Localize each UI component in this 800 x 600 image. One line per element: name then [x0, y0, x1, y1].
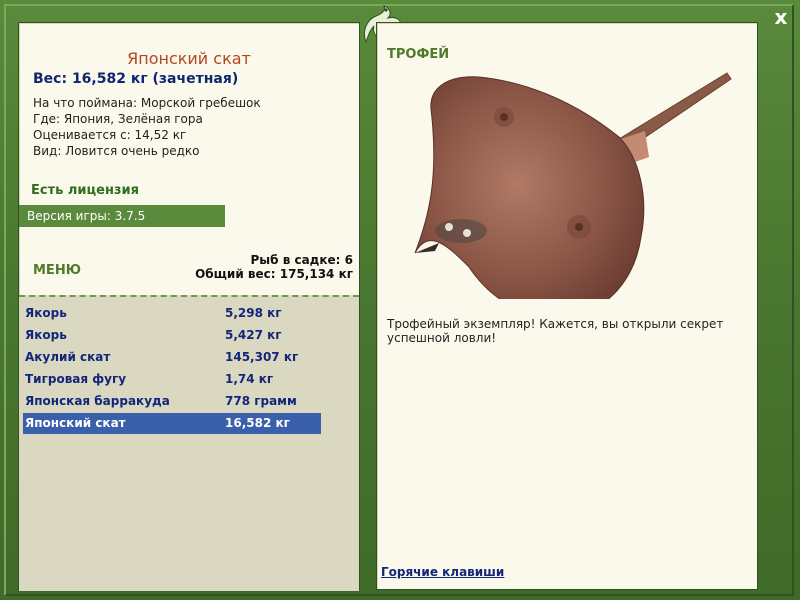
- close-button[interactable]: x: [770, 6, 792, 28]
- catch-item-weight: 5,298 кг: [225, 306, 282, 320]
- catch-item-weight: 778 грамм: [225, 394, 297, 408]
- catch-list-item[interactable]: Японская барракуда 778 грамм: [23, 391, 321, 412]
- cage-total-weight: Общий вес: 175,134 кг: [195, 267, 353, 281]
- hotkeys-link[interactable]: Горячие клавиши: [381, 565, 504, 579]
- fish-rarity: Вид: Ловится очень редко: [33, 144, 200, 158]
- fish-info-panel: Японский скат Вес: 16,582 кг (зачетная) …: [18, 22, 360, 591]
- stingray-image: [414, 72, 732, 299]
- menu-button[interactable]: МЕНЮ: [33, 263, 81, 278]
- trophy-panel: ТРОФЕЙ Трофейный экземпляр! Кажется, вы …: [376, 22, 758, 590]
- catch-list-item[interactable]: Якорь 5,427 кг: [23, 325, 321, 346]
- catch-item-weight: 145,307 кг: [225, 350, 299, 364]
- catch-item-weight: 5,427 кг: [225, 328, 282, 342]
- catch-item-weight: 1,74 кг: [225, 372, 274, 386]
- cage-stats: Рыб в садке: 6 Общий вес: 175,134 кг: [195, 253, 353, 281]
- catch-item-weight: 16,582 кг: [225, 416, 290, 430]
- version-bar: Версия игры: 3.7.5: [19, 205, 225, 227]
- catch-list-item[interactable]: Акулий скат 145,307 кг: [23, 347, 321, 368]
- close-icon: x: [774, 5, 788, 29]
- catch-item-name: Японский скат: [25, 416, 126, 430]
- fish-title: Японский скат: [127, 49, 251, 68]
- fish-location: Где: Япония, Зелёная гора: [33, 112, 203, 126]
- fish-valued-from: Оценивается с: 14,52 кг: [33, 128, 187, 142]
- fish-bait: На что поймана: Морской гребешок: [33, 96, 261, 110]
- trophy-message: Трофейный экземпляр! Кажется, вы открыли…: [387, 317, 724, 345]
- catch-item-name: Японская барракуда: [25, 394, 170, 408]
- license-status: Есть лицензия: [31, 183, 139, 198]
- catch-item-name: Тигровая фугу: [25, 372, 127, 386]
- catch-list: Якорь 5,298 кг Якорь 5,427 кг Акулий скат 145…: [19, 295, 359, 591]
- catch-item-name: Якорь: [25, 306, 67, 320]
- catch-list-item[interactable]: Тигровая фугу 1,74 кг: [23, 369, 321, 390]
- catch-item-name: Якорь: [25, 328, 67, 342]
- catch-item-name: Акулий скат: [25, 350, 111, 364]
- fish-weight: Вес: 16,582 кг (зачетная): [33, 71, 239, 87]
- trophy-label: ТРОФЕЙ: [387, 47, 450, 62]
- catch-list-item[interactable]: Японский скат 16,582 кг: [23, 413, 321, 434]
- cage-count: Рыб в садке: 6: [250, 253, 354, 267]
- catch-list-item[interactable]: Якорь 5,298 кг: [23, 303, 321, 324]
